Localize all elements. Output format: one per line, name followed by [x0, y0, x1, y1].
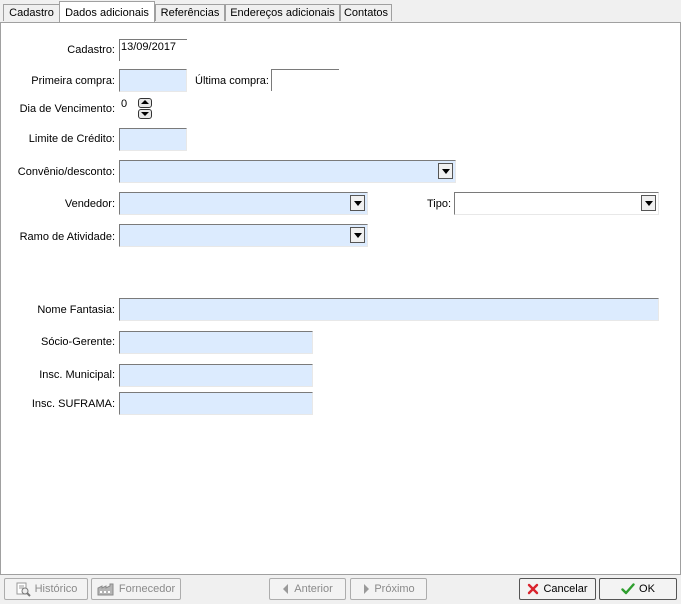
cancelar-button-label: Cancelar [543, 583, 588, 595]
factory-icon [97, 583, 114, 596]
historico-button-label: Histórico [34, 583, 78, 595]
spin-up-icon[interactable] [138, 98, 152, 108]
cadastro-date: 13/09/2017 [119, 39, 187, 61]
tab-bar: Cadastro Dados adicionais Referências En… [0, 0, 681, 24]
cadastro-label: Cadastro: [67, 44, 115, 56]
arrow-right-icon [364, 584, 370, 594]
vendedor-label: Vendedor: [64, 198, 115, 210]
limite-credito-field[interactable] [119, 128, 187, 151]
anterior-button[interactable]: Anterior [269, 578, 346, 600]
insc-suframa-label: Insc. SUFRAMA: [31, 398, 115, 410]
chevron-down-icon[interactable] [350, 227, 365, 243]
insc-municipal-field[interactable] [119, 364, 313, 387]
insc-municipal-label: Insc. Municipal: [39, 369, 115, 381]
insc-suframa-field[interactable] [119, 392, 313, 415]
chevron-down-icon[interactable] [438, 163, 453, 179]
tab-panel-dados-adicionais: Cadastro: 13/09/2017 Primeira compra: Úl… [0, 22, 681, 575]
socio-gerente-label: Sócio-Gerente: [41, 336, 115, 348]
cadastro-value: 13/09/2017 [121, 41, 177, 53]
ramo-atividade-label: Ramo de Atividade: [19, 231, 115, 243]
ok-button[interactable]: OK [599, 578, 677, 600]
tipo-select[interactable] [454, 192, 659, 215]
chevron-down-icon[interactable] [641, 195, 656, 211]
tab-contatos[interactable]: Contatos [340, 4, 392, 21]
check-icon [621, 583, 635, 595]
cancelar-button[interactable]: Cancelar [519, 578, 596, 600]
convenio-label: Convênio/desconto: [17, 166, 115, 178]
tab-enderecos-adicionais[interactable]: Endereços adicionais [225, 4, 340, 21]
primeira-compra-field[interactable] [119, 69, 187, 92]
ultima-compra-field [271, 69, 339, 91]
arrow-left-icon [283, 584, 289, 594]
history-search-icon [16, 582, 31, 597]
nome-fantasia-label: Nome Fantasia: [37, 304, 115, 316]
proximo-button-label: Próximo [374, 583, 415, 595]
dia-vencimento-label: Dia de Vencimento: [19, 103, 115, 115]
tipo-label: Tipo: [427, 198, 452, 210]
anterior-button-label: Anterior [294, 583, 333, 595]
dia-vencimento-field[interactable]: 0 [119, 98, 139, 118]
fornecedor-button[interactable]: Fornecedor [91, 578, 181, 600]
nome-fantasia-field[interactable] [119, 298, 659, 321]
historico-button[interactable]: Histórico [4, 578, 88, 600]
socio-gerente-field[interactable] [119, 331, 313, 354]
close-icon [528, 583, 539, 595]
spin-down-icon[interactable] [138, 109, 152, 119]
dia-vencimento-value: 0 [121, 98, 128, 110]
ultima-compra-label: Última compra: [195, 75, 269, 87]
tab-cadastro[interactable]: Cadastro [3, 4, 60, 21]
ok-button-label: OK [639, 583, 655, 595]
vendedor-select[interactable] [119, 192, 368, 215]
proximo-button[interactable]: Próximo [350, 578, 427, 600]
primeira-compra-label: Primeira compra: [31, 75, 115, 87]
tab-dados-adicionais[interactable]: Dados adicionais [59, 1, 155, 22]
fornecedor-button-label: Fornecedor [118, 583, 176, 595]
convenio-select[interactable] [119, 160, 456, 183]
ramo-atividade-select[interactable] [119, 224, 368, 247]
dia-vencimento-spinner [138, 98, 152, 119]
tab-referencias[interactable]: Referências [155, 4, 225, 21]
chevron-down-icon[interactable] [350, 195, 365, 211]
limite-credito-label: Limite de Crédito: [28, 133, 115, 145]
